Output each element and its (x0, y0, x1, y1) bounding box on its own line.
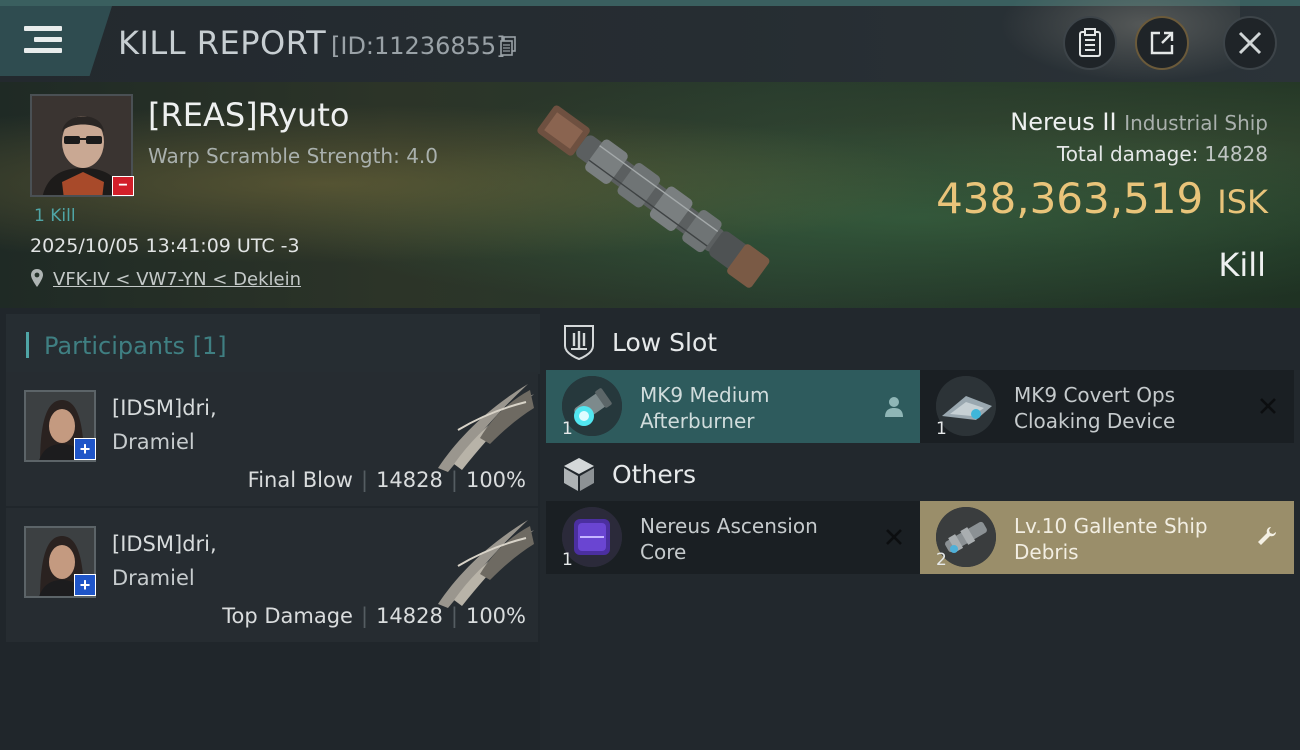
kill-badge: − (112, 176, 134, 196)
total-damage-label: Total damage: (1056, 142, 1199, 166)
share-button[interactable] (1135, 16, 1189, 70)
participant-stats: Top Damage | 14828 | 100% (222, 604, 526, 628)
low-slot-icon (564, 325, 594, 360)
background-ship-decoration (1000, 0, 1240, 82)
participant-damage: 14828 (376, 468, 443, 492)
participant-plus-badge: + (74, 438, 96, 460)
total-damage: Total damage: 14828 (1057, 142, 1268, 166)
items-panel: Low Slot 1 MK9 Medium Afterburner 1 MK9 … (540, 308, 1300, 750)
item-name-line1: Nereus Ascension (640, 514, 818, 538)
participants-header-accent (26, 332, 29, 358)
item-card[interactable]: 1 MK9 Covert Ops Cloaking Device (920, 370, 1294, 443)
ship-name-text: Nereus II (1010, 108, 1117, 136)
item-name-line1: Lv.10 Gallente Ship (1014, 514, 1208, 538)
item-name-line2: Afterburner (640, 409, 755, 433)
victim-banner: − [REAS]Ryuto Warp Scramble Strength: 4.… (0, 82, 1300, 308)
item-name-line2: Debris (1014, 540, 1079, 564)
participant-ship-image (438, 384, 534, 472)
item-quantity: 1 (562, 550, 573, 570)
victim-ship-name: Nereus II Industrial Ship (1010, 108, 1268, 136)
item-name: MK9 Covert Ops Cloaking Device (1014, 382, 1244, 434)
participants-header: Participants [1] (6, 314, 540, 374)
copy-icon[interactable] (500, 36, 516, 56)
kill-result-label: Kill (1218, 246, 1266, 284)
item-card[interactable]: 2 Lv.10 Gallente Ship Debris (920, 501, 1294, 574)
participant-percent: 100% (465, 468, 526, 492)
participant-row[interactable]: + [IDSM]dri, Dramiel Top Damage | 14828 | 10… (6, 508, 538, 642)
participant-ship-image (438, 520, 534, 608)
item-name: Nereus Ascension Core (640, 513, 870, 565)
item-quantity: 1 (562, 419, 573, 439)
top-bar: KILL REPORT [ID:11236855] (0, 0, 1300, 82)
clipboard-icon (1079, 28, 1101, 57)
victim-name[interactable]: [REAS]Ryuto (148, 96, 349, 134)
map-pin-icon (31, 269, 43, 287)
participant-ship-name: Dramiel (112, 566, 195, 590)
report-id: [ID:11236855] (331, 32, 506, 60)
others-title: Others (612, 460, 697, 489)
hamburger-menu-icon[interactable] (24, 26, 62, 54)
isk-unit: ISK (1217, 183, 1268, 221)
isk-amount: 438,363,519 (936, 174, 1204, 223)
participant-role: Final Blow (247, 468, 353, 492)
isk-value: 438,363,519 ISK (936, 174, 1268, 223)
participant-corp-name[interactable]: [IDSM]dri, (112, 532, 217, 556)
item-card[interactable]: 1 Nereus Ascension Core (546, 501, 920, 574)
kill-count: 1 Kill (34, 206, 76, 226)
clipboard-button[interactable] (1063, 16, 1117, 70)
item-name-line1: MK9 Covert Ops (1014, 383, 1176, 407)
item-name-line2: Cloaking Device (1014, 409, 1176, 433)
participant-stats: Final Blow | 14828 | 100% (247, 468, 526, 492)
cube-icon (564, 458, 594, 491)
item-name: Lv.10 Gallente Ship Debris (1014, 513, 1244, 565)
person-icon (885, 397, 903, 417)
participants-title: Participants [1] (44, 332, 227, 360)
kill-timestamp: 2025/10/05 13:41:09 UTC -3 (30, 235, 300, 257)
item-name-line2: Core (640, 540, 687, 564)
total-damage-value: 14828 (1204, 142, 1268, 166)
participant-role: Top Damage (222, 604, 353, 628)
item-card[interactable]: 1 MK9 Medium Afterburner (546, 370, 920, 443)
participant-percent: 100% (465, 604, 526, 628)
participant-row[interactable]: + [IDSM]dri, Dramiel Final Blow | 14828 | 10… (6, 372, 538, 506)
participant-plus-badge: + (74, 574, 96, 596)
low-slot-title: Low Slot (612, 328, 718, 357)
victim-ship-image (537, 105, 770, 288)
wrench-icon (1258, 527, 1276, 545)
warp-scramble-strength: Warp Scramble Strength: 4.0 (148, 144, 439, 168)
item-name-line1: MK9 Medium (640, 383, 770, 407)
participant-ship-name: Dramiel (112, 430, 195, 454)
close-icon (1238, 31, 1262, 55)
share-icon (1150, 31, 1174, 55)
item-quantity: 2 (936, 550, 947, 570)
x-mark-icon (886, 529, 902, 545)
kill-location-link[interactable]: VFK-IV < VW7-YN < Deklein (53, 269, 301, 290)
participant-corp-name[interactable]: [IDSM]dri, (112, 396, 217, 420)
page-title: KILL REPORT (118, 24, 327, 62)
item-name: MK9 Medium Afterburner (640, 382, 870, 434)
participants-panel: Participants [1] + [IDSM]dri, Dramiel Fi… (0, 308, 540, 750)
x-mark-icon (1260, 398, 1276, 414)
ship-class-text: Industrial Ship (1124, 111, 1268, 135)
item-quantity: 1 (936, 419, 947, 439)
close-button[interactable] (1223, 16, 1277, 70)
participant-damage: 14828 (376, 604, 443, 628)
